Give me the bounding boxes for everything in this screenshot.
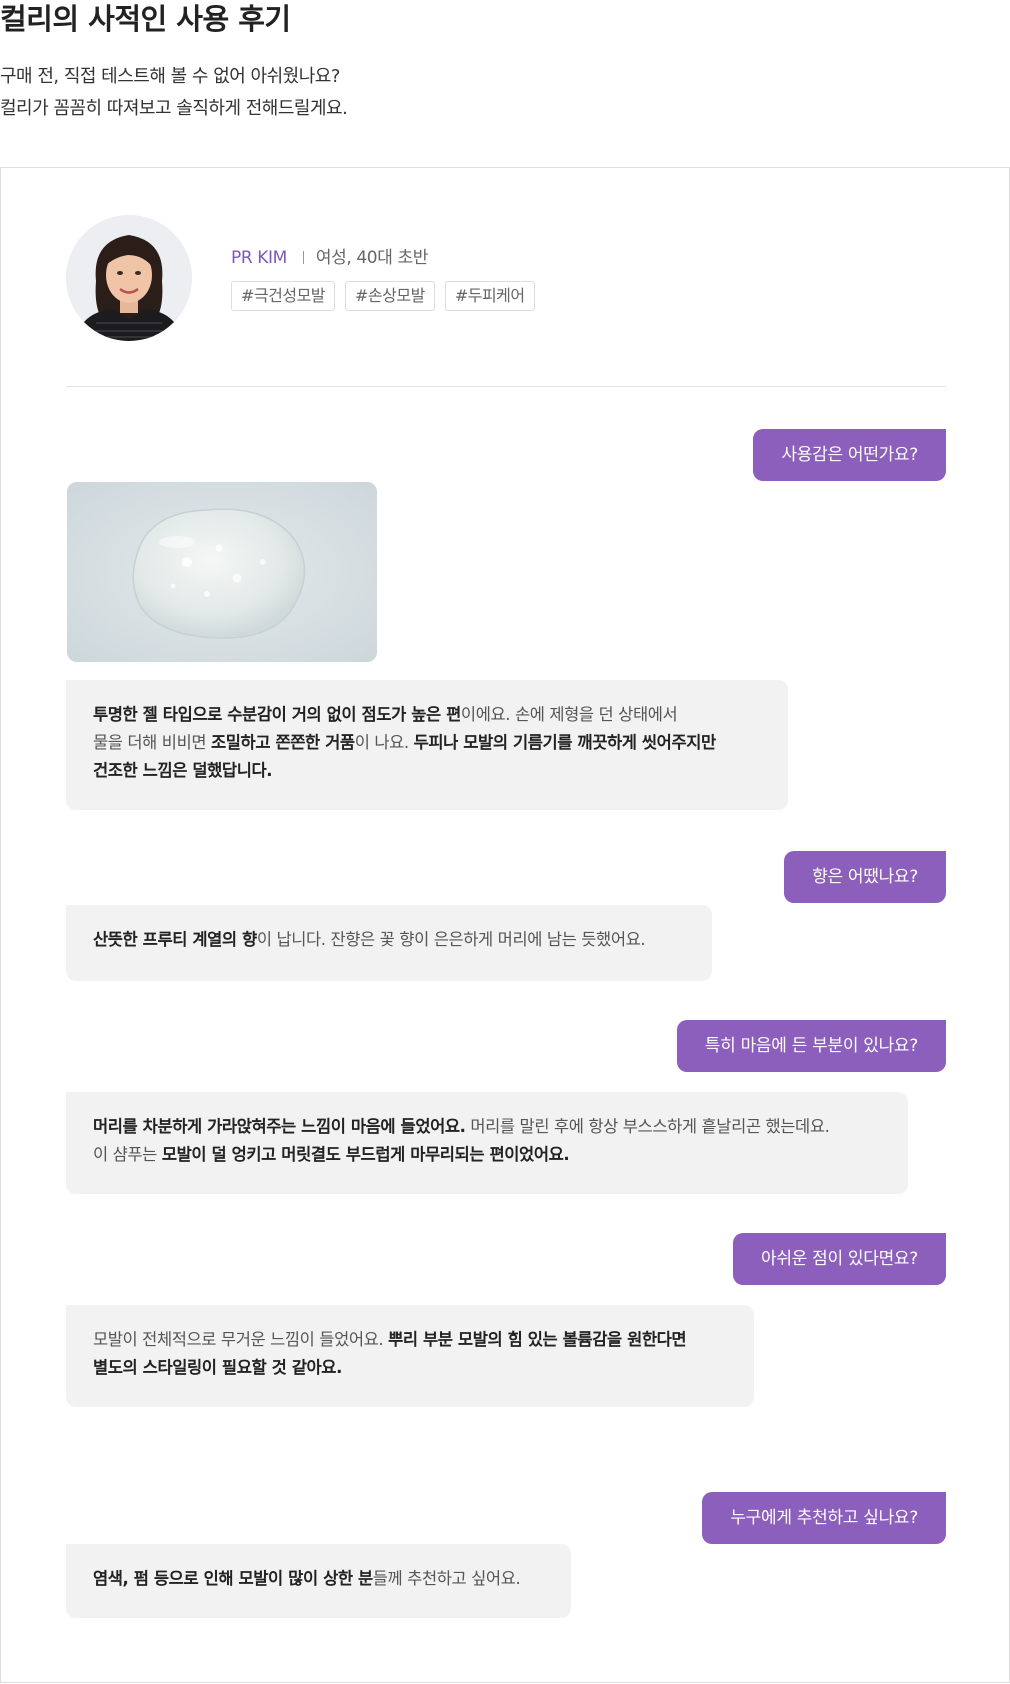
reviewer-name: PR KIM — [231, 248, 287, 268]
question-bubble: 사용감은 어떤가요? — [753, 429, 946, 481]
gel-swatch-illustration — [67, 482, 377, 662]
answer-bubble: 산뜻한 프루티 계열의 향이 납니다. 잔향은 꽃 향이 은은하게 머리에 남는… — [66, 905, 712, 981]
subtitle-line: 컬리가 꼼꼼히 따져보고 솔직하게 전해드릴게요. — [0, 98, 348, 119]
answer-text-bold: 산뜻한 프루티 계열의 향 — [93, 930, 257, 949]
question-bubble: 아쉬운 점이 있다면요? — [733, 1233, 946, 1285]
answer-text: 물을 더해 비비면 — [93, 733, 211, 752]
answer-line: 염색, 펌 등으로 인해 모발이 많이 상한 분들께 추천하고 싶어요. — [93, 1565, 544, 1593]
answer-text-bold: 별도의 스타일링이 필요할 것 같아요. — [93, 1358, 342, 1377]
page-title: 컬리의 사적인 사용 후기 — [0, 2, 291, 36]
review-card: PR KIM 여성, 40대 초반 #극건성모발 #손상모발 #두피케어 사용감은… — [0, 167, 1010, 1683]
answer-text-bold: 모발이 덜 엉키고 머릿결도 부드럽게 마무리되는 편이었어요. — [161, 1145, 570, 1164]
hashtag: #극건성모발 — [231, 281, 336, 311]
answer-text: 머리를 말린 후에 항상 부스스하게 흩날리곤 했는데요. — [465, 1117, 830, 1136]
subtitle-line: 구매 전, 직접 테스트해 볼 수 없어 아쉬웠나요? — [0, 66, 340, 87]
profile-separator — [302, 251, 304, 264]
answer-bubble: 모발이 전체적으로 무거운 느낌이 들었어요. 뿌리 부분 모발의 힘 있는 볼… — [66, 1305, 754, 1407]
answer-line: 이 샴푸는 모발이 덜 엉키고 머릿결도 부드럽게 마무리되는 편이었어요. — [93, 1141, 881, 1169]
product-texture-image — [67, 482, 377, 662]
answer-text-bold: 머리를 차분하게 가라앉혀주는 느낌이 마음에 들었어요. — [93, 1117, 466, 1136]
divider — [66, 386, 946, 387]
question-bubble: 향은 어땠나요? — [784, 851, 946, 903]
answer-text-bold: 염색, 펌 등으로 인해 모발이 많이 상한 분 — [93, 1569, 373, 1588]
reviewer-profile: PR KIM 여성, 40대 초반 — [231, 243, 428, 268]
answer-line: 투명한 젤 타입으로 수분감이 거의 없이 점도가 높은 편이에요. 손에 제형… — [93, 701, 761, 729]
answer-bubble: 염색, 펌 등으로 인해 모발이 많이 상한 분들께 추천하고 싶어요. — [66, 1544, 571, 1618]
answer-bubble: 투명한 젤 타입으로 수분감이 거의 없이 점도가 높은 편이에요. 손에 제형… — [66, 680, 788, 810]
answer-line: 산뜻한 프루티 계열의 향이 납니다. 잔향은 꽃 향이 은은하게 머리에 남는… — [93, 926, 685, 954]
reviewer-portrait — [66, 215, 192, 341]
answer-line: 물을 더해 비비면 조밀하고 쫀쫀한 거품이 나요. 두피나 모발의 기름기를 … — [93, 729, 761, 757]
answer-text: 이 나요. — [354, 733, 414, 752]
reviewer-tags: #극건성모발 #손상모발 #두피케어 — [231, 281, 535, 311]
answer-text: 이에요. 손에 제형을 던 상태에서 — [460, 705, 678, 724]
answer-line: 별도의 스타일링이 필요할 것 같아요. — [93, 1354, 727, 1382]
reviewer-avatar — [66, 215, 192, 341]
page-subtitle: 구매 전, 직접 테스트해 볼 수 없어 아쉬웠나요? 컬리가 꼼꼼히 따져보고… — [0, 61, 348, 125]
answer-text-bold: 투명한 젤 타입으로 수분감이 거의 없이 점도가 높은 편 — [93, 705, 461, 724]
answer-line: 모발이 전체적으로 무거운 느낌이 들었어요. 뿌리 부분 모발의 힘 있는 볼… — [93, 1326, 727, 1354]
answer-text: 들께 추천하고 싶어요. — [372, 1569, 521, 1588]
answer-text-bold: 뿌리 부분 모발의 힘 있는 볼륨감을 원한다면 — [388, 1330, 687, 1349]
answer-line: 건조한 느낌은 덜했답니다. — [93, 757, 761, 785]
hashtag: #손상모발 — [345, 281, 435, 311]
hashtag: #두피케어 — [444, 281, 535, 311]
answer-text: 이 납니다. 잔향은 꽃 향이 은은하게 머리에 남는 듯했어요. — [256, 930, 646, 949]
reviewer-demographics: 여성, 40대 초반 — [315, 248, 428, 268]
answer-text-bold: 건조한 느낌은 덜했답니다. — [93, 761, 273, 780]
answer-bubble: 머리를 차분하게 가라앉혀주는 느낌이 마음에 들었어요. 머리를 말린 후에 … — [66, 1092, 908, 1194]
answer-text-bold: 두피나 모발의 기름기를 깨끗하게 씻어주지만 — [413, 733, 717, 752]
answer-text-bold: 조밀하고 쫀쫀한 거품 — [211, 733, 355, 752]
answer-line: 머리를 차분하게 가라앉혀주는 느낌이 마음에 들었어요. 머리를 말린 후에 … — [93, 1113, 881, 1141]
question-bubble: 특히 마음에 든 부분이 있나요? — [676, 1020, 946, 1072]
answer-text: 이 샴푸는 — [93, 1145, 162, 1164]
answer-text: 모발이 전체적으로 무거운 느낌이 들었어요. — [93, 1330, 389, 1349]
question-bubble: 누구에게 추천하고 싶나요? — [702, 1492, 946, 1544]
